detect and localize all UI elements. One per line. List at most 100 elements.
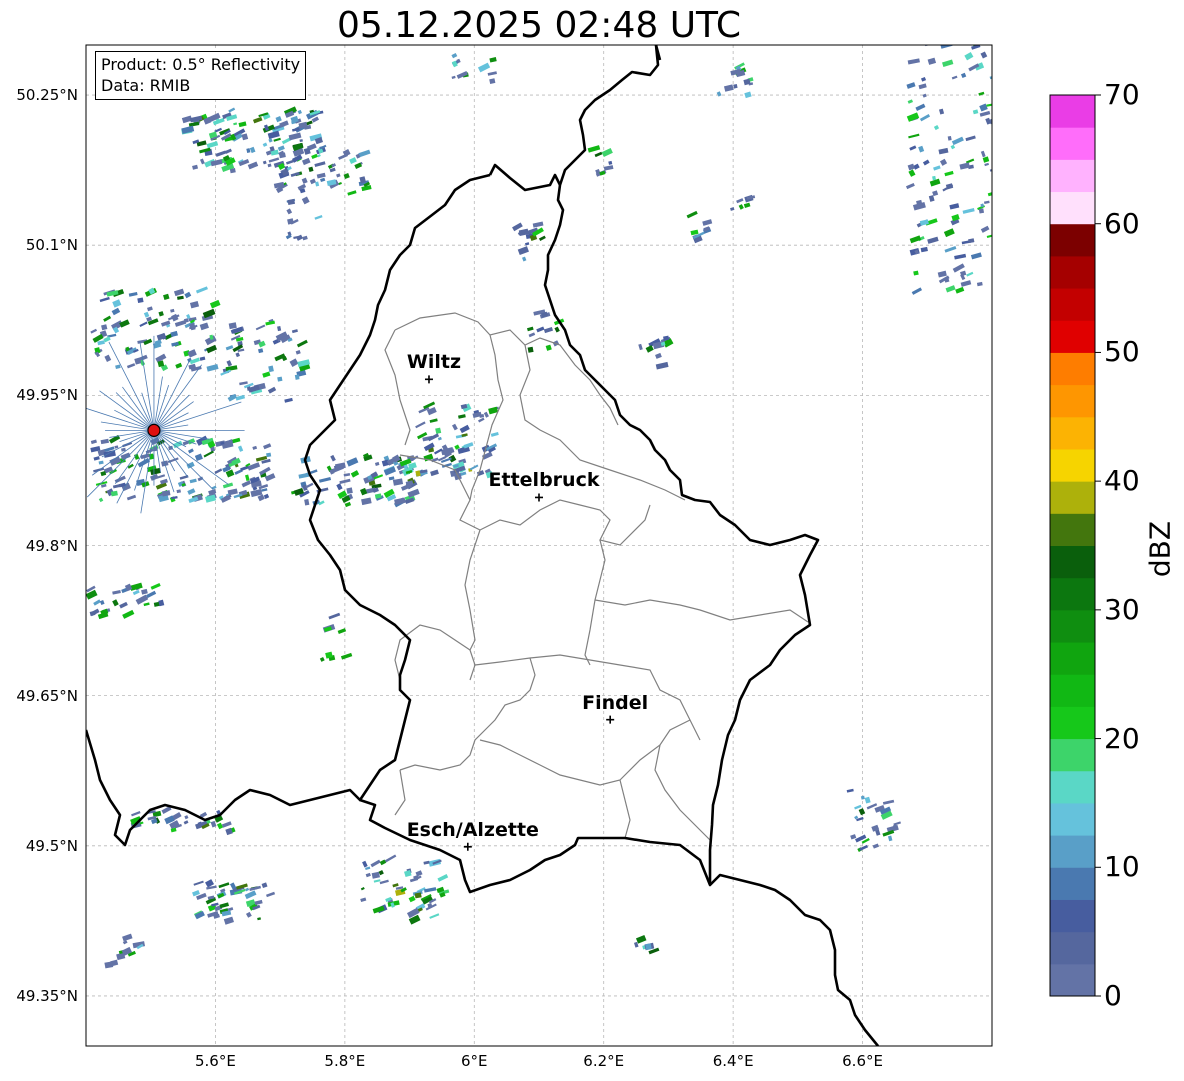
echo-cell [965, 135, 976, 142]
echo-cell [933, 165, 941, 171]
echo-cell [702, 219, 713, 226]
city-marker [535, 493, 543, 502]
colorbar-tick-label: 50 [1104, 335, 1140, 369]
echo-cell [235, 352, 240, 358]
echo-cell [170, 308, 175, 313]
echo-cell [968, 238, 975, 244]
city-label: Findel [582, 691, 649, 714]
echo-cell [173, 288, 185, 297]
lat-tick-label: 49.5°N [25, 836, 78, 855]
echo-cell [374, 461, 380, 466]
echo-cell [907, 163, 915, 171]
echo-cell [994, 266, 1001, 272]
echo-cell [122, 933, 133, 942]
echo-cell [920, 76, 927, 82]
echo-cell [943, 228, 955, 238]
echo-cell [944, 170, 954, 177]
echo-cell [545, 344, 552, 351]
echo-cell [949, 203, 960, 210]
echo-cell [320, 177, 326, 182]
echo-cell [392, 478, 404, 486]
echo-cell [100, 438, 110, 445]
echo-cell [528, 332, 536, 338]
echo-cell [132, 589, 140, 596]
echo-cell [143, 338, 153, 346]
echo-cell [952, 263, 965, 273]
echo-cell [645, 943, 652, 951]
echo-cell [360, 487, 368, 496]
echo-cell [938, 147, 949, 155]
echo-cell [302, 235, 308, 241]
lat-tick-label: 50.25°N [16, 86, 78, 105]
echo-cell [959, 162, 970, 170]
echo-cell [288, 132, 302, 141]
echo-cell [346, 457, 359, 467]
colorbar-segment [1050, 770, 1095, 804]
echo-cell [429, 418, 438, 423]
echo-cell [979, 110, 991, 117]
echo-cell [452, 423, 458, 431]
colorbar-segment [1050, 352, 1095, 386]
echo-cell [192, 889, 200, 897]
echo-cell [296, 339, 308, 348]
echo-cell [360, 886, 365, 891]
echo-cell [962, 208, 975, 214]
echo-cell [131, 810, 141, 817]
echo-cell [158, 311, 164, 317]
echo-cell [330, 454, 336, 462]
echo-cell [458, 414, 466, 419]
echo-cell [284, 397, 293, 403]
echo-cell [308, 166, 314, 173]
colorbar-segment [1050, 802, 1095, 836]
echo-cell [938, 108, 945, 115]
echo-cell [451, 52, 458, 59]
echo-cell [908, 133, 920, 139]
echo-cell [268, 157, 280, 163]
echo-cell [887, 835, 893, 842]
echo-cell [451, 75, 456, 79]
echo-cell [543, 327, 553, 334]
echo-cell [408, 895, 416, 903]
colorbar-segment [1050, 127, 1095, 160]
echo-cell [517, 246, 529, 256]
echo-cell [587, 145, 601, 153]
echo-cell [730, 207, 735, 211]
echo-cell [203, 450, 214, 458]
echo-cell [199, 356, 206, 361]
colorbar-segment [1050, 448, 1095, 482]
echo-cell [245, 911, 252, 918]
colorbar-segment [1050, 577, 1095, 611]
echo-cell [536, 326, 545, 333]
lon-tick-label: 6.6°E [842, 1052, 883, 1070]
radar-site-marker [147, 423, 161, 437]
colorbar-tick-label: 40 [1104, 464, 1140, 498]
echo-cell [187, 488, 196, 495]
echo-cell [218, 882, 230, 889]
colorbar-tick-label: 70 [1104, 78, 1140, 111]
echo-cell [112, 299, 122, 308]
echo-cell [970, 35, 978, 42]
echo-cell [227, 488, 238, 496]
echo-cell [168, 445, 174, 451]
echo-cell [976, 36, 986, 44]
colorbar [1049, 94, 1101, 997]
echo-cell [249, 146, 256, 154]
clutter-ray [115, 392, 155, 431]
echo-cell [360, 897, 367, 903]
echo-cell [982, 34, 989, 39]
echo-cell [371, 871, 381, 879]
echo-cell [437, 874, 449, 882]
echo-cell [252, 445, 258, 450]
echo-cell [249, 885, 262, 891]
echo-cell [255, 324, 266, 331]
echo-cell [146, 590, 157, 599]
data-source-label: Data: RMIB [101, 76, 191, 95]
echo-cell [512, 222, 523, 232]
echo-cell [147, 306, 153, 312]
echo-cell [736, 198, 744, 204]
lon-tick-label: 5.6°E [195, 1052, 236, 1070]
echo-cell [186, 461, 195, 469]
colorbar-segment [1050, 963, 1095, 997]
echo-cell [262, 371, 271, 378]
echo-cell [951, 136, 964, 146]
